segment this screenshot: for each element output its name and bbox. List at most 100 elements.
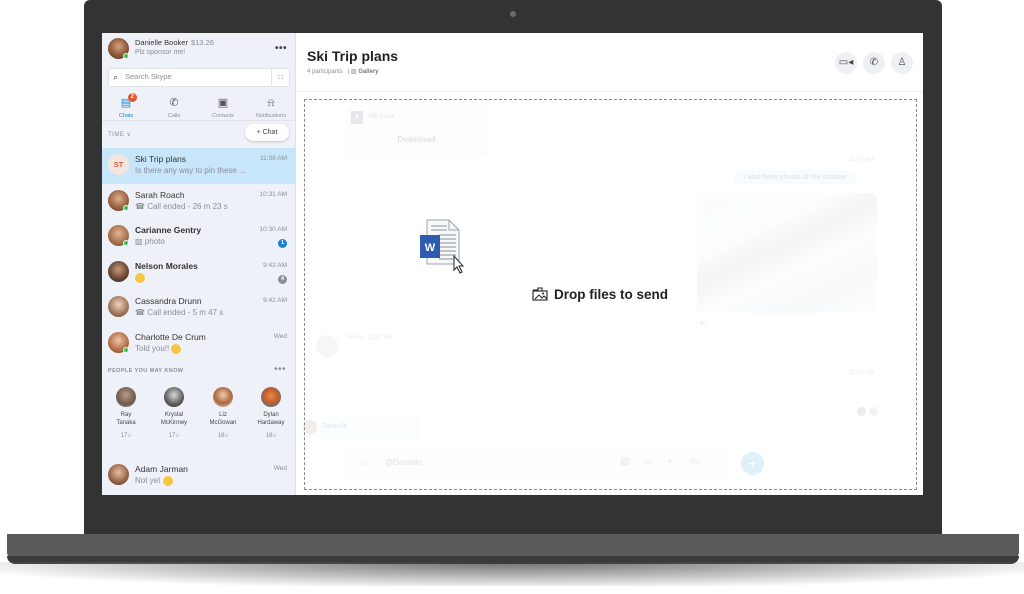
dragged-file[interactable]: W [419,218,465,274]
tab-label: Notifications [256,113,286,119]
svg-text:W: W [425,242,436,254]
chat-item-sarah-roach[interactable]: Sarah Roach ☎ Call ended - 26 m 23 s 10:… [102,184,296,220]
ellipsis-icon[interactable]: ••• [274,364,286,375]
ellipsis-icon[interactable]: ••• [275,43,287,54]
presence-online [123,204,129,211]
last-name: McGowan [209,420,237,426]
emoji-icon [162,476,173,486]
unread-count-badge: 1 [278,239,287,248]
avatar [108,296,129,317]
tab-calls[interactable]: ✆ Calls [150,93,198,119]
section-label: PEOPLE YOU MAY KNOW [108,368,184,374]
chat-name: Nelson Morales [135,260,198,271]
tab-label: Contacts [212,113,234,119]
chat-name: Sarah Roach [135,189,185,200]
image-icon: ▨ [135,237,143,246]
last-name: Hardaway [257,420,285,426]
avatar [213,387,233,407]
conversation-title[interactable]: Ski Trip plans [307,48,398,64]
call-ended-icon: ☎ [135,308,145,317]
first-name: Ray [120,412,132,418]
chat-time: Wed [273,332,287,340]
chat-preview: Not yet [135,476,161,486]
last-name: McKinney [160,420,188,426]
chat-name: Adam Jarman [135,464,188,474]
chat-icon: ▤ 2 [121,93,137,109]
search-input[interactable]: Search Skype [125,72,172,81]
sort-dropdown[interactable]: TIME ∨ [108,131,131,138]
mutual-count: 18 [265,433,273,439]
header-divider [297,91,923,92]
laptop-shadow [0,562,1024,586]
media-icon [532,287,548,301]
mutual-count: 18 [217,433,225,439]
gallery-link[interactable]: Gallery [358,69,378,75]
chat-item-carianne-gentry[interactable]: Carianne Gentry ▨ photo 10:30 AM 1 [102,219,296,255]
chat-name: Charlotte De Crum [135,331,206,342]
profile-name: Danielle Booker [135,38,188,47]
tab-notifications[interactable]: ⍾ Notifications [247,93,295,119]
tab-label: Calls [167,113,181,119]
chat-item-charlotte-de-crum[interactable]: Charlotte De Crum Told you!! Wed [102,326,296,362]
sort-label: TIME [108,132,125,138]
sidebar: Danielle Booker $13.26 Plz sponsor me! ••… [102,33,296,495]
chat-time: 9:42 AM [263,297,287,304]
suggested-contact[interactable]: Dylan Hardaway 18⌂ [247,387,295,439]
search-box[interactable]: ⌕ Search Skype ∷ [108,68,290,87]
person-icon: ⌂ [127,433,132,439]
mutual-count: 17 [168,433,176,439]
skype-credit: $13.26 [190,38,214,47]
presence-online [123,240,129,246]
emoji-icon [135,272,145,283]
add-participant-button[interactable]: ♙ [891,52,913,74]
chat-list: ST Ski Trip plans Is there any way to pi… [102,148,296,361]
chat-time: Wed [273,465,287,472]
chat-item-ski-trip-plans[interactable]: ST Ski Trip plans Is there any way to pi… [102,148,296,184]
chat-name: Cassandra Drunn [135,296,202,306]
presence-online [123,53,129,59]
audio-call-button[interactable]: ✆ [863,52,885,74]
video-call-button[interactable]: ▭◂ [835,52,857,74]
tab-label: Chats [118,113,134,119]
chat-time: 9:42 AM [263,261,287,269]
person-icon: ⌂ [272,433,277,439]
group-avatar: ST [108,154,129,175]
dialpad-icon[interactable]: ∷ [271,69,289,86]
suggested-contact[interactable]: Krystal McKinney 17⌂ [150,387,198,439]
chat-time: 10:30 AM [259,226,287,233]
phone-icon: ✆ [869,57,879,68]
suggested-contact[interactable]: Ray Tanaka 17⌂ [102,387,150,439]
avatar [116,387,136,407]
word-document-icon: W [420,219,465,274]
unread-count-badge: 4 [278,274,287,284]
chat-preview: Call ended - 26 m 23 s [147,201,228,211]
first-name: Dylan [263,412,279,418]
tab-chats[interactable]: ▤ 2 Chats [102,93,150,119]
person-icon: ⌂ [224,433,229,439]
chat-item-cassandra-drunn[interactable]: Cassandra Drunn ☎ Call ended - 5 m 47 s … [102,290,296,326]
suggested-contact[interactable]: Liz McGowan 18⌂ [199,387,247,439]
avatar [108,260,129,282]
chat-time: 11:08 AM [260,155,287,162]
chevron-down-icon: ∨ [126,132,132,138]
new-chat-button[interactable]: + Chat [245,124,289,141]
avatar [164,387,184,407]
bell-icon: ⍾ [267,97,275,109]
last-name: Tanaka [116,420,136,426]
mood-message[interactable]: Plz sponsor me! [135,49,185,56]
add-person-icon: ♙ [897,57,907,68]
tab-contacts[interactable]: ▣ Contacts [199,93,247,119]
webcam [510,11,516,17]
phone-icon: ✆ [169,97,179,109]
first-name: Liz [219,412,227,418]
chat-item-adam-jarman[interactable]: Adam Jarman Not yet Wed [102,458,296,494]
chat-time: 10:31 AM [259,190,287,198]
mutual-count: 17 [120,433,128,439]
profile-header[interactable]: Danielle Booker $13.26 Plz sponsor me! ••… [102,33,296,65]
participants-count[interactable]: 4 participants [307,69,343,75]
chat-preview: Call ended - 5 m 47 s [147,308,224,317]
video-call-icon: ▭◂ [838,57,854,68]
chat-item-nelson-morales[interactable]: Nelson Morales 9:42 AM 4 [102,255,296,291]
chat-preview: photo [144,237,165,246]
avatar [261,387,281,407]
